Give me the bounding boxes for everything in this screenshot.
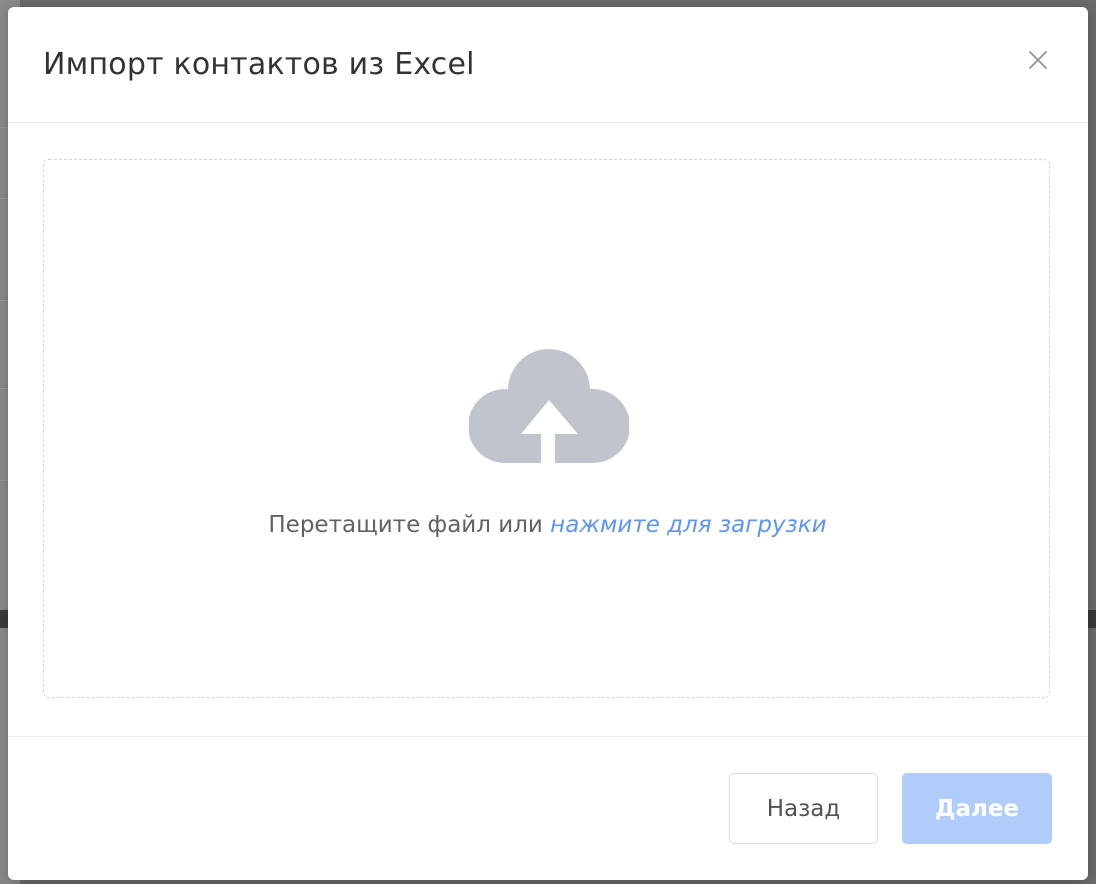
back-button[interactable]: Назад (729, 773, 878, 844)
cloud-upload-icon (469, 348, 629, 468)
import-dialog: Импорт контактов из Excel Перетащите фай… (8, 7, 1088, 880)
dropzone-text: Перетащите файл или (268, 512, 551, 538)
upload-link[interactable]: нажмите для загрузки (550, 512, 826, 538)
dialog-title: Импорт контактов из Excel (43, 47, 475, 82)
dropzone-instructions: Перетащите файл или нажмите для загрузки (44, 512, 1051, 538)
close-button[interactable] (1026, 48, 1050, 72)
next-button[interactable]: Далее (902, 773, 1052, 844)
dialog-footer: Назад Далее (8, 736, 1088, 880)
close-icon (1029, 51, 1047, 69)
dialog-header: Импорт контактов из Excel (8, 7, 1088, 123)
file-dropzone[interactable]: Перетащите файл или нажмите для загрузки (43, 159, 1050, 698)
